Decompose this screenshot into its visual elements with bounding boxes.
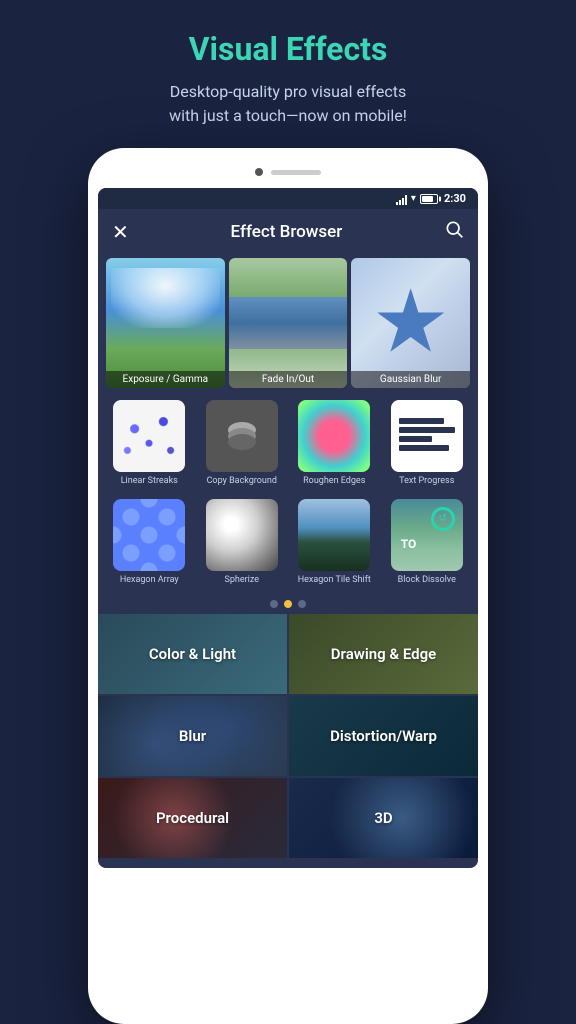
category-label: Blur (179, 727, 206, 745)
effect-name: Linear Streaks (121, 476, 178, 487)
effect-item-hexagon-tile-shift[interactable]: Hexagon Tile Shift (291, 499, 378, 586)
status-icons: ▾ (396, 193, 438, 205)
category-label: Distortion/Warp (330, 727, 437, 745)
close-button[interactable]: ✕ (112, 220, 129, 244)
page-indicators (98, 594, 478, 614)
text-progress-visual (399, 418, 455, 454)
phone-screen: ▾ 2:30 ✕ Effect Browser Exposure / G (98, 188, 478, 868)
effect-thumb (298, 400, 370, 472)
category-color-light[interactable]: Color & Light (98, 614, 287, 694)
wifi-icon: ▾ (411, 193, 416, 204)
effect-card-exposure[interactable]: Exposure / Gamma (106, 258, 225, 388)
phone-speaker (271, 170, 321, 175)
effect-name: Block Dissolve (398, 575, 456, 586)
page-title: Visual Effects (20, 30, 556, 68)
status-bar: ▾ 2:30 (98, 188, 478, 209)
effect-card-fadeinout[interactable]: Fade In/Out (229, 258, 348, 388)
signal-icon (396, 193, 407, 205)
effect-thumb (113, 499, 185, 571)
effect-thumb (206, 499, 278, 571)
category-drawing-edge[interactable]: Drawing & Edge (289, 614, 478, 694)
category-label: Color & Light (149, 645, 236, 663)
phone-mockup: ▾ 2:30 ✕ Effect Browser Exposure / G (88, 148, 488, 1024)
search-button[interactable] (444, 219, 464, 244)
effect-name: Copy Background (207, 476, 277, 487)
phone-notch (98, 164, 478, 180)
effects-grid-section: Linear Streaks Copy Background Roughen (98, 392, 478, 594)
effect-item-hexagon-array[interactable]: Hexagon Array (106, 499, 193, 586)
category-3d[interactable]: 3D (289, 778, 478, 858)
effect-name: Hexagon Tile Shift (298, 575, 371, 586)
header-section: Visual Effects Desktop-quality pro visua… (0, 0, 576, 148)
effect-name: Text Progress (399, 476, 454, 487)
effect-item-text-progress[interactable]: Text Progress (384, 400, 471, 487)
category-label: 3D (374, 809, 392, 827)
effect-thumb (391, 400, 463, 472)
category-label: Drawing & Edge (331, 645, 436, 663)
page-subtitle: Desktop-quality pro visual effects with … (20, 80, 556, 128)
effect-label: Fade In/Out (229, 371, 348, 388)
dot-indicator-1[interactable] (270, 600, 278, 608)
toolbar-title: Effect Browser (230, 222, 342, 242)
category-blur[interactable]: Blur (98, 696, 287, 776)
effect-thumb: ↺ TO (391, 499, 463, 571)
effects-grid-row2: Hexagon Array Spherize Hexagon Tile Shif… (106, 495, 470, 590)
effect-label: Exposure / Gamma (106, 371, 225, 388)
effect-card-gaussianblur[interactable]: Gaussian Blur (351, 258, 470, 388)
category-grid: Color & Light Drawing & Edge Blur Distor… (98, 614, 478, 858)
effect-label: Gaussian Blur (351, 371, 470, 388)
phone-camera (255, 168, 263, 176)
effect-item-linear-streaks[interactable]: Linear Streaks (106, 400, 193, 487)
effect-item-roughen-edges[interactable]: Roughen Edges (291, 400, 378, 487)
effect-thumb (113, 400, 185, 472)
top-effects-row: Exposure / Gamma Fade In/Out Gaussian Bl… (98, 254, 478, 392)
battery-icon (420, 194, 438, 204)
status-time: 2:30 (444, 192, 466, 205)
effect-name: Hexagon Array (120, 575, 179, 586)
dot-indicator-2[interactable] (284, 600, 292, 608)
dissolve-circle-icon: ↺ (431, 507, 455, 531)
effect-name: Spherize (224, 575, 259, 586)
effect-thumb (206, 400, 278, 472)
dot-indicator-3[interactable] (298, 600, 306, 608)
effect-item-spherize[interactable]: Spherize (199, 499, 286, 586)
effect-thumb (298, 499, 370, 571)
app-toolbar: ✕ Effect Browser (98, 209, 478, 254)
effects-grid-row1: Linear Streaks Copy Background Roughen (106, 396, 470, 491)
category-distortion-warp[interactable]: Distortion/Warp (289, 696, 478, 776)
category-label: Procedural (156, 809, 229, 827)
effect-name: Roughen Edges (303, 476, 365, 487)
category-procedural[interactable]: Procedural (98, 778, 287, 858)
effect-item-block-dissolve[interactable]: ↺ TO Block Dissolve (384, 499, 471, 586)
effect-item-copy-background[interactable]: Copy Background (199, 400, 286, 487)
